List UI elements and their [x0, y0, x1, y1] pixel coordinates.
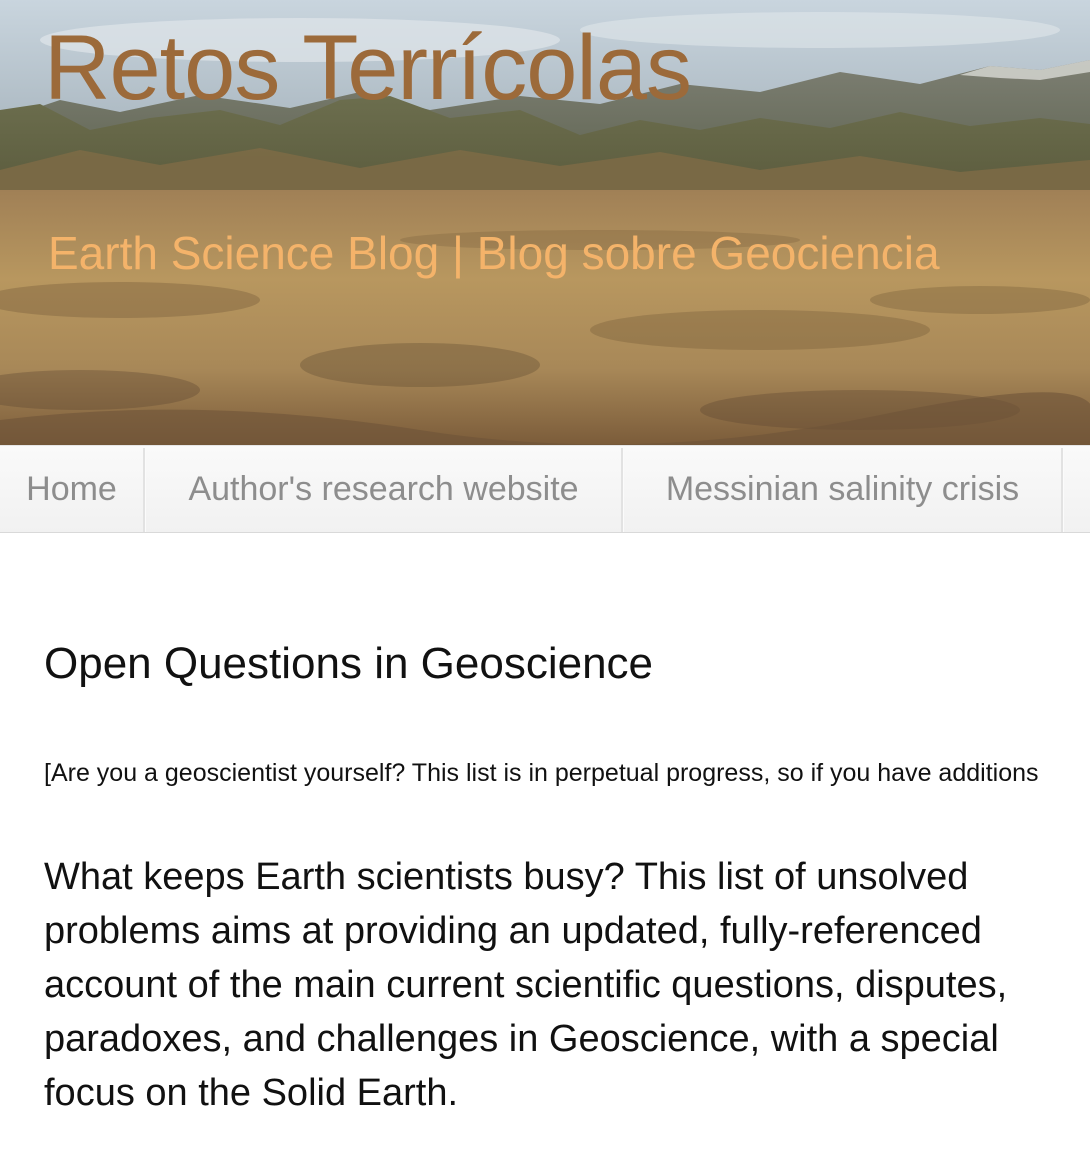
nav-item-messinian-salinity-crisis[interactable]: Messinian salinity crisis: [624, 446, 1061, 532]
nav-item-home[interactable]: Home: [0, 446, 143, 532]
nav-item-author-research-website[interactable]: Author's research website: [146, 446, 621, 532]
post-note: [Are you a geoscientist yourself? This l…: [44, 759, 1039, 787]
blog-subtitle: Earth Science Blog | Blog sobre Geocienc…: [48, 227, 940, 279]
blog-title[interactable]: Retos Terrícolas: [44, 22, 692, 114]
post-title: Open Questions in Geoscience: [44, 639, 654, 688]
nav-bar: Home Author's research website Messinian…: [0, 445, 1090, 533]
nav-divider: [1061, 448, 1064, 532]
post-intro-paragraph: What keeps Earth scientists busy? This l…: [44, 856, 1008, 1114]
header-banner: Retos Terrícolas Earth Science Blog | Bl…: [0, 0, 1090, 445]
